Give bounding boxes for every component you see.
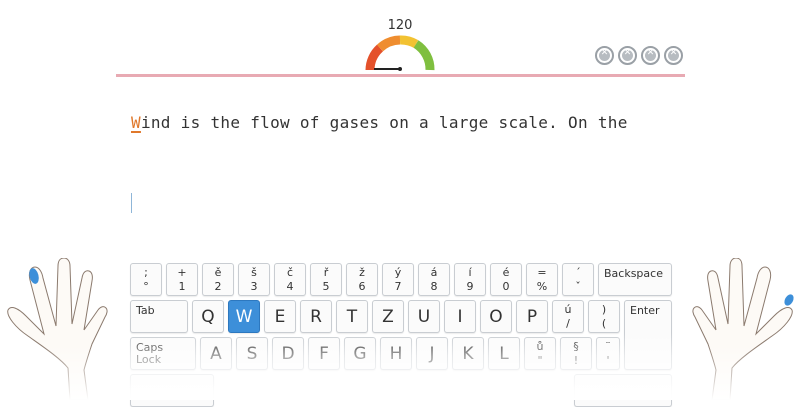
right-pinky-highlight (784, 294, 794, 306)
error-marker-icon (595, 46, 614, 65)
key-i[interactable]: I (444, 300, 476, 333)
key-0[interactable]: é0 (490, 263, 522, 296)
remaining-text: ind is the flow of gases on a large scal… (140, 113, 628, 132)
error-marker-icon (664, 46, 683, 65)
key-f[interactable]: F (308, 337, 340, 370)
key-q[interactable]: Q (192, 300, 224, 333)
key-6[interactable]: ž6 (346, 263, 378, 296)
key-w[interactable]: W (228, 300, 260, 333)
key-acute[interactable]: ´ ˇ (562, 263, 594, 296)
key-p[interactable]: P (516, 300, 548, 333)
key-equals[interactable]: =% (526, 263, 558, 296)
key-r[interactable]: R (300, 300, 332, 333)
key-u-ring[interactable]: ů " (524, 337, 556, 370)
error-marker-icon (641, 46, 660, 65)
key-l[interactable]: L (488, 337, 520, 370)
key-3[interactable]: š3 (238, 263, 270, 296)
key-h[interactable]: H (380, 337, 412, 370)
key-shift-right[interactable] (574, 374, 672, 407)
key-k[interactable]: K (452, 337, 484, 370)
virtual-keyboard: ; ° +1 ě2 š3 č4 ř5 ž6 ý7 á8 í9 é0 =% ´ ˇ B… (128, 263, 674, 407)
key-e[interactable]: E (264, 300, 296, 333)
key-7[interactable]: ý7 (382, 263, 414, 296)
key-4[interactable]: č4 (274, 263, 306, 296)
key-caps-lock[interactable]: Caps Lock (130, 337, 196, 370)
input-caret[interactable] (131, 193, 132, 213)
progress-line (116, 74, 685, 77)
error-counter (595, 46, 683, 65)
right-hand-fade (680, 345, 800, 400)
key-8[interactable]: á8 (418, 263, 450, 296)
gauge-icon (365, 35, 435, 71)
error-marker-icon (618, 46, 637, 65)
key-a[interactable]: A (200, 337, 232, 370)
key-u[interactable]: U (408, 300, 440, 333)
key-tab[interactable]: Tab (130, 300, 188, 333)
key-backspace[interactable]: Backspace (598, 263, 672, 296)
key-1[interactable]: +1 (166, 263, 198, 296)
key-shift-left[interactable] (130, 374, 214, 407)
key-2[interactable]: ě2 (202, 263, 234, 296)
key-u-acute[interactable]: ú / (552, 300, 584, 333)
key-5[interactable]: ř5 (310, 263, 342, 296)
key-t[interactable]: T (336, 300, 368, 333)
key-g[interactable]: G (344, 337, 376, 370)
speed-value: 120 (387, 18, 413, 33)
key-s[interactable]: S (236, 337, 268, 370)
key-enter[interactable]: Enter (624, 300, 672, 370)
key-diaeresis[interactable]: ¨ ' (596, 337, 620, 370)
key-z[interactable]: Z (372, 300, 404, 333)
key-d[interactable]: D (272, 337, 304, 370)
key-parenthesis[interactable]: )( (588, 300, 620, 333)
left-hand-fade (0, 345, 120, 400)
key-section[interactable]: §! (560, 337, 592, 370)
key-j[interactable]: J (416, 337, 448, 370)
key-o[interactable]: O (480, 300, 512, 333)
key-9[interactable]: í9 (454, 263, 486, 296)
speed-gauge: 120 (364, 18, 436, 71)
current-character: W (131, 113, 141, 132)
typing-text: Wind is the flow of gases on a large sca… (131, 113, 628, 132)
key-semicolon[interactable]: ; ° (130, 263, 162, 296)
